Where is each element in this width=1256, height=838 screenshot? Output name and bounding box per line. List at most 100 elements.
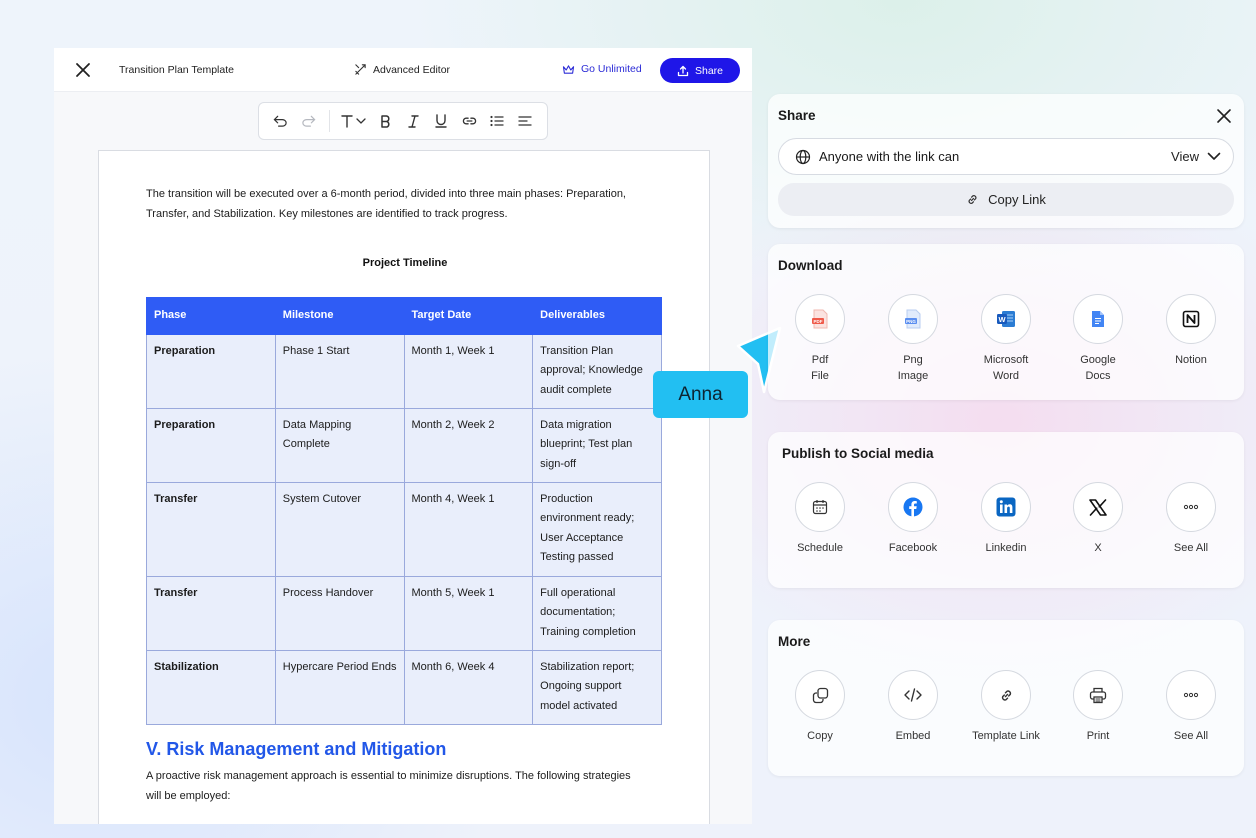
advanced-editor-button[interactable]: Advanced Editor (354, 63, 450, 76)
share-button[interactable]: Share (660, 58, 740, 83)
advanced-editor-label: Advanced Editor (373, 63, 451, 76)
icon-circle (1073, 294, 1123, 344)
more-panel: More Copy Embed Template Link Print See … (768, 620, 1244, 776)
intro-paragraph: The transition will be executed over a 6… (146, 188, 626, 220)
copy-icon (812, 687, 828, 703)
download-pdf-button[interactable]: PDF Pdf File (774, 294, 866, 384)
x-button[interactable]: X (1052, 482, 1144, 556)
schedule-label: Schedule (797, 542, 843, 554)
copy-button[interactable]: Copy (774, 670, 866, 744)
collaborator-name-badge: Anna (653, 371, 748, 418)
icon-circle (1166, 482, 1216, 532)
embed-button[interactable]: Embed (867, 670, 959, 744)
table-header-cell: Milestone (274, 297, 405, 335)
social-see-all-label: See All (1173, 542, 1209, 554)
social-panel-title: Publish to Social media (782, 446, 934, 461)
text-style-dropdown[interactable] (336, 107, 372, 135)
download-png-button[interactable]: PNG Png Image (867, 294, 959, 384)
align-left-icon (518, 116, 532, 126)
undo-icon (273, 115, 288, 127)
embed-label: Embed (895, 730, 931, 742)
underline-button[interactable] (427, 107, 455, 135)
table-row: Preparation Phase 1 Start Month 1, Week … (146, 333, 662, 409)
icon-circle: W (981, 294, 1031, 344)
chevron-down-icon (1207, 152, 1221, 160)
copy-link-button[interactable]: Copy Link (778, 183, 1234, 216)
table-cell: Transition Plan approval; Knowledge audi… (532, 333, 662, 409)
risk-paragraph: A proactive risk management approach is … (146, 770, 631, 802)
go-unlimited-button[interactable]: Go Unlimited (562, 63, 642, 75)
table-cell: Production environment ready; User Accep… (532, 481, 662, 577)
icon-circle (1166, 294, 1216, 344)
link-access-dropdown[interactable]: Anyone with the link can View (778, 138, 1234, 175)
download-notion-button[interactable]: Notion (1145, 294, 1237, 368)
bold-icon (381, 114, 390, 128)
timeline-table: Phase Milestone Target Date Deliverables… (146, 297, 662, 725)
crown-icon (562, 64, 575, 74)
template-link-label: Template Link (972, 730, 1040, 742)
download-word-button[interactable]: W Microsoft Word (960, 294, 1052, 384)
svg-text:PNG: PNG (906, 319, 916, 324)
copy-label: Copy (807, 730, 833, 742)
link-button[interactable] (455, 107, 483, 135)
print-button[interactable]: Print (1052, 670, 1144, 744)
icon-circle (981, 482, 1031, 532)
italic-icon (408, 114, 419, 128)
magic-tools-icon (355, 64, 366, 75)
facebook-button[interactable]: Facebook (867, 482, 959, 556)
linkedin-button[interactable]: Linkedin (960, 482, 1052, 556)
table-cell: Process Handover (274, 575, 405, 651)
pdf-file-icon: PDF (812, 309, 828, 329)
table-cell: Data migration blueprint; Test plan sign… (532, 407, 662, 483)
svg-text:W: W (998, 315, 1006, 324)
linkedin-icon (996, 497, 1016, 517)
table-cell: Preparation (146, 407, 276, 483)
png-image-icon: PNG (905, 309, 921, 329)
table-header-cell: Target Date (403, 297, 534, 335)
share-button-label: Share (694, 64, 724, 77)
table-cell: Stabilization (146, 649, 276, 725)
document-editor: Transition Plan Template Advanced Editor… (54, 48, 752, 824)
undo-button[interactable] (267, 107, 295, 135)
social-see-all-button[interactable]: See All (1145, 482, 1237, 556)
icon-circle (1073, 670, 1123, 720)
more-see-all-label: See All (1173, 730, 1209, 742)
table-cell: Preparation (146, 333, 276, 409)
icon-circle (888, 670, 938, 720)
code-icon (904, 688, 922, 702)
download-panel-title: Download (778, 258, 843, 273)
table-row: Transfer Process Handover Month 5, Week … (146, 575, 662, 651)
more-see-all-button[interactable]: See All (1145, 670, 1237, 744)
template-link-button[interactable]: Template Link (960, 670, 1052, 744)
table-cell: Transfer (146, 481, 276, 577)
svg-text:PDF: PDF (814, 319, 823, 324)
table-cell: Month 1, Week 1 (403, 333, 534, 409)
icon-circle (981, 670, 1031, 720)
table-cell: Month 6, Week 4 (403, 649, 534, 725)
x-icon (1089, 498, 1107, 516)
go-unlimited-label: Go Unlimited (581, 63, 642, 75)
redo-button[interactable] (295, 107, 323, 135)
redo-icon (302, 115, 316, 127)
icon-circle: PNG (888, 294, 938, 344)
align-button[interactable] (511, 107, 539, 135)
close-icon[interactable] (74, 61, 92, 79)
icon-circle (795, 482, 845, 532)
italic-button[interactable] (400, 107, 428, 135)
download-png-label: Png Image (897, 354, 929, 382)
bullet-list-button[interactable] (483, 107, 511, 135)
table-cell: Data Mapping Complete (274, 407, 405, 483)
close-icon[interactable] (1216, 108, 1232, 124)
link-icon (1001, 689, 1011, 701)
facebook-icon (903, 497, 923, 517)
upload-icon (677, 65, 689, 76)
share-panel-title: Share (778, 108, 816, 123)
bullet-list-icon (490, 115, 504, 127)
schedule-button[interactable]: Schedule (774, 482, 866, 556)
bold-button[interactable] (372, 107, 400, 135)
google-docs-icon (1092, 311, 1104, 327)
more-dots-icon (1183, 504, 1199, 510)
download-google-docs-button[interactable]: Google Docs (1052, 294, 1144, 384)
underline-icon (435, 114, 448, 128)
more-panel-title: More (778, 634, 811, 649)
